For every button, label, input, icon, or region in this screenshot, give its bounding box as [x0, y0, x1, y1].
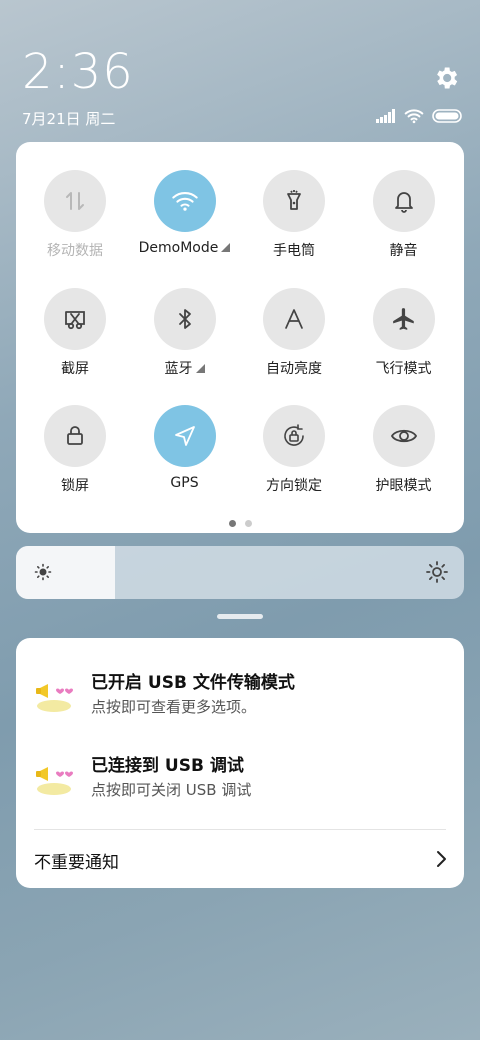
flashlight-icon-glyph [287, 190, 301, 210]
tile-label: 截屏 [20, 358, 130, 378]
tile-flashlight[interactable]: 手电筒 [239, 170, 349, 260]
brightness-low-icon [34, 563, 52, 581]
drag-handle[interactable] [217, 614, 263, 619]
wifi-icon-glyph [171, 191, 198, 211]
tile-label-text: 飞行模式 [375, 360, 432, 377]
tile-label-text: DemoMode [138, 240, 219, 256]
auto-brightness-icon-glyph [285, 308, 303, 329]
notification-subtitle: 点按即可查看更多选项。 [91, 698, 257, 716]
notification-usb-transfer[interactable]: 已开启 USB 文件传输模式 点按即可查看更多选项。 [34, 668, 454, 728]
expand-triangle-icon[interactable] [221, 243, 231, 252]
rotation-lock-icon-glyph [284, 424, 304, 446]
page-indicator [16, 520, 464, 527]
page-dot-2[interactable] [244, 520, 252, 527]
notification-title: 已连接到 USB 调试 [91, 756, 244, 776]
bell-icon[interactable] [372, 170, 435, 232]
tile-rotation-lock[interactable]: 方向锁定 [239, 405, 349, 495]
divider [34, 829, 446, 830]
brightness-high-icon [426, 561, 448, 583]
airplane-icon[interactable] [372, 287, 435, 350]
clock: 2:36 [22, 44, 134, 100]
tile-label: 自动亮度 [239, 358, 349, 378]
wifi-status-icon [404, 109, 424, 124]
bluetooth-icon-glyph [178, 308, 191, 329]
tile-label-text: 蓝牙 [164, 360, 193, 377]
wifi-icon[interactable] [153, 170, 216, 232]
tile-label-text: 截屏 [61, 360, 89, 377]
tile-auto-brightness[interactable]: 自动亮度 [239, 287, 349, 378]
tile-airplane[interactable]: 飞行模式 [349, 287, 459, 378]
tile-label-text: 手电筒 [273, 243, 315, 259]
quick-settings-panel: 移动数据 DemoMode 手电筒 静音截屏 蓝牙 自动亮度 飞行模式锁屏 GPS 方向锁定 护眼… [16, 142, 464, 533]
tile-bell[interactable]: 静音 [349, 170, 459, 260]
bluetooth-icon[interactable] [153, 287, 216, 350]
bell-icon-glyph [394, 192, 413, 213]
tile-label-text: 护眼模式 [375, 478, 432, 494]
tile-label-text: GPS [170, 475, 199, 491]
tile-label: DemoMode [130, 240, 240, 256]
screenshot-icon-glyph [65, 310, 85, 329]
auto-brightness-icon[interactable] [263, 287, 325, 350]
gear-icon[interactable] [432, 64, 460, 92]
mobile-data-icon[interactable] [44, 170, 106, 232]
brightness-fill [16, 546, 115, 599]
unimportant-notifications-label: 不重要通知 [34, 853, 119, 873]
status-bar-icons [376, 108, 462, 124]
tile-wifi[interactable]: DemoMode [130, 170, 240, 256]
battery-icon [432, 109, 462, 123]
tile-label: 手电筒 [239, 240, 349, 260]
tile-mobile-data[interactable]: 移动数据 [20, 170, 130, 260]
tile-label: 护眼模式 [349, 475, 459, 495]
expand-triangle-icon[interactable] [195, 363, 205, 373]
tile-label: 飞行模式 [349, 358, 459, 378]
brightness-slider[interactable] [16, 546, 464, 599]
notification-title: 已开启 USB 文件传输模式 [91, 673, 295, 693]
lock-icon-glyph [67, 426, 83, 445]
notification-subtitle: 点按即可关闭 USB 调试 [91, 781, 252, 799]
tile-label: 锁屏 [20, 475, 130, 495]
eye-icon[interactable] [372, 405, 435, 467]
tile-label-text: 移动数据 [47, 243, 103, 259]
tile-label: 移动数据 [20, 240, 130, 260]
tile-label: 蓝牙 [130, 358, 240, 378]
tile-eye[interactable]: 护眼模式 [349, 405, 459, 495]
tile-location-arrow[interactable]: GPS [130, 405, 240, 491]
page-dot-1[interactable] [228, 520, 236, 527]
eye-icon-glyph [390, 429, 417, 443]
signal-icon [376, 109, 395, 123]
date: 7月21日 周二 [22, 110, 116, 128]
mobile-data-icon-glyph [66, 192, 84, 210]
tile-label: GPS [130, 475, 240, 491]
flashlight-icon[interactable] [263, 170, 325, 232]
lock-icon[interactable] [44, 405, 106, 467]
usb-app-icon [36, 684, 73, 712]
screenshot-icon[interactable] [44, 287, 106, 350]
rotation-lock-icon[interactable] [263, 405, 325, 467]
notification-usb-debugging[interactable]: 已连接到 USB 调试 点按即可关闭 USB 调试 [34, 751, 454, 811]
tile-label-text: 锁屏 [61, 478, 89, 494]
airplane-icon-glyph [392, 307, 414, 330]
tile-label-text: 方向锁定 [266, 478, 322, 494]
tile-lock[interactable]: 锁屏 [20, 405, 130, 495]
chevron-right-icon [437, 851, 446, 867]
tile-screenshot[interactable]: 截屏 [20, 287, 130, 378]
usb-app-icon [36, 767, 73, 795]
location-arrow-icon[interactable] [153, 405, 216, 467]
notification-card: 已开启 USB 文件传输模式 点按即可查看更多选项。 已连接到 USB 调试 点… [16, 638, 464, 888]
tile-label-text: 静音 [389, 243, 418, 259]
location-arrow-icon-glyph [174, 426, 195, 446]
tile-bluetooth[interactable]: 蓝牙 [130, 287, 240, 378]
unimportant-notifications-row[interactable]: 不重要通知 [34, 838, 448, 880]
tile-label-text: 自动亮度 [266, 360, 322, 377]
tile-label: 方向锁定 [239, 475, 349, 495]
tile-label: 静音 [349, 240, 459, 260]
